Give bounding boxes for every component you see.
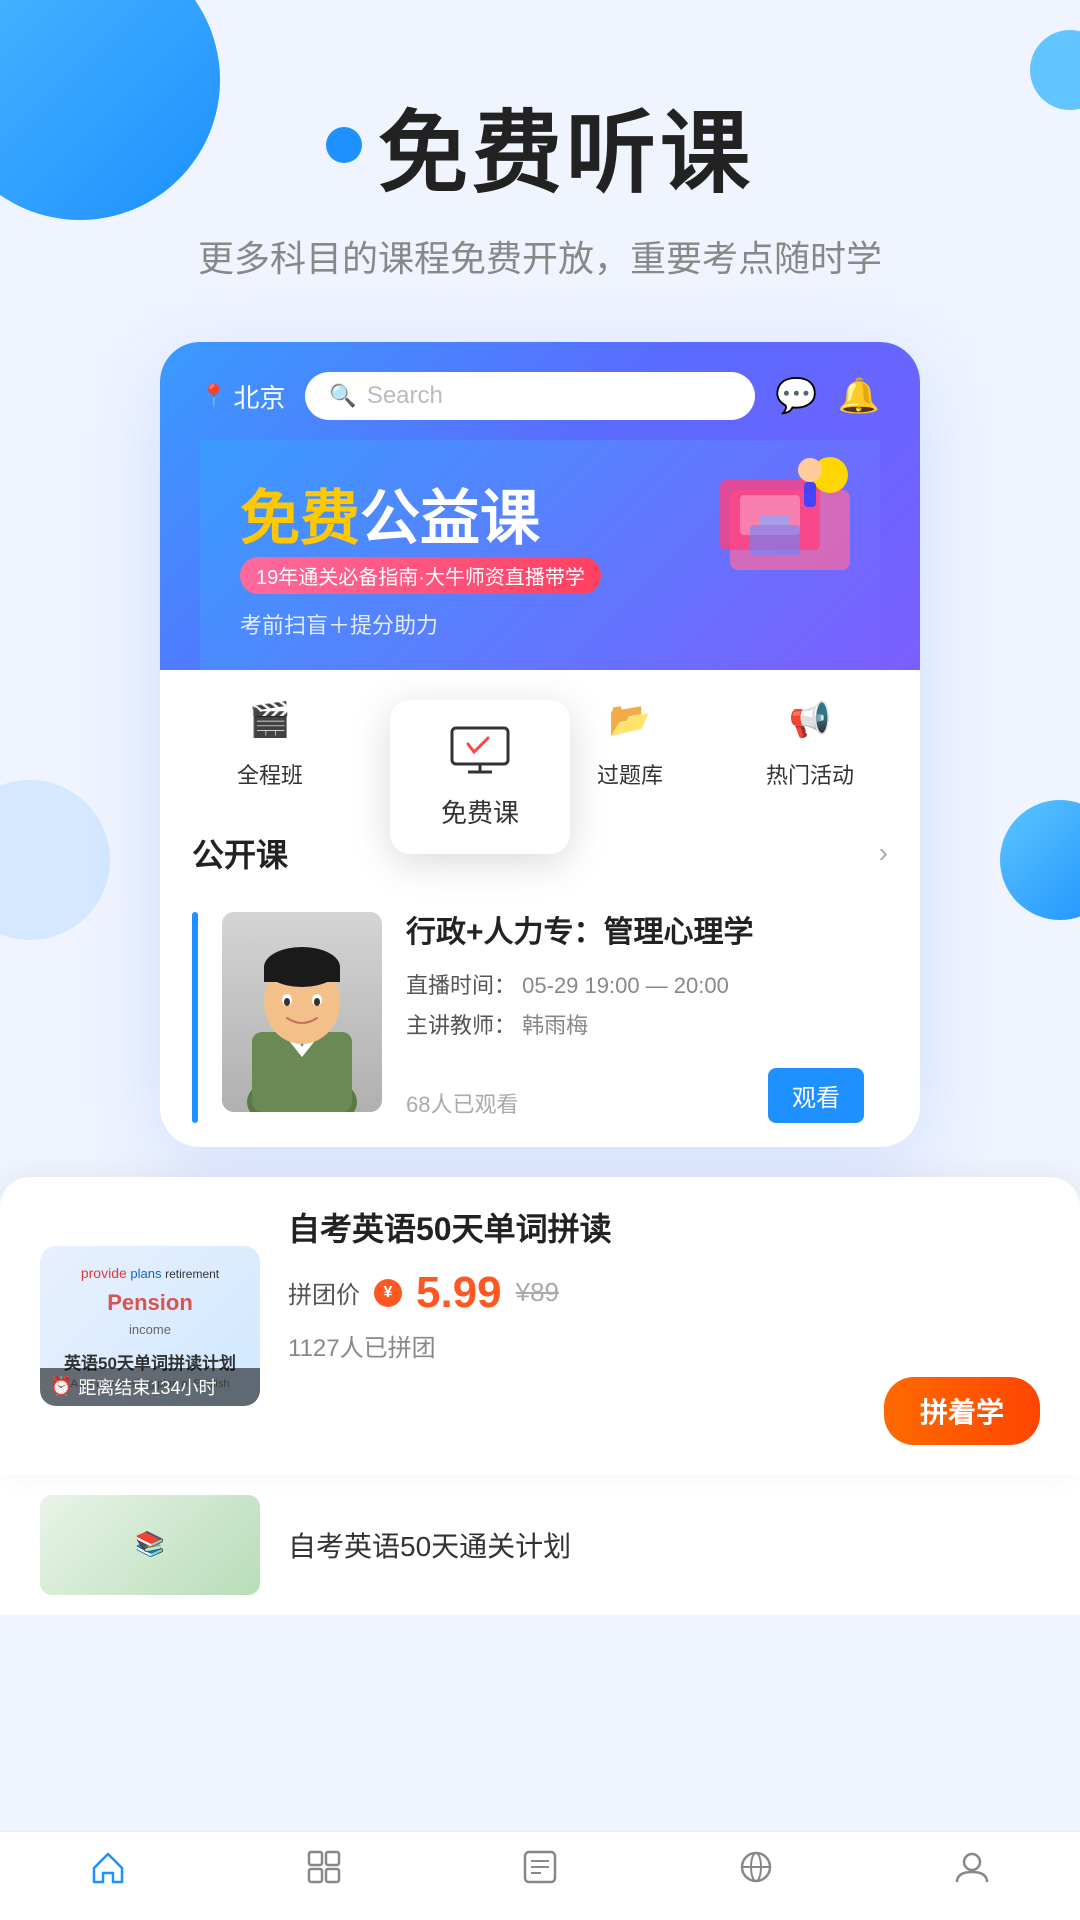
nav-item-quanchengban[interactable]: 🎬 全程班 (180, 690, 360, 806)
header-icons: 💬 🔔 (775, 376, 880, 416)
course-views: 68人已观看 (406, 1087, 518, 1119)
qbank-icon (521, 1848, 559, 1896)
app-banner: 免费 公益课 19年通关必备指南·大牛师资直播带学 考前扫盲＋提分助力 (200, 440, 880, 670)
price-current: 5.99 (416, 1268, 502, 1318)
broadcast-time-label: 直播时间： (406, 973, 516, 998)
app-header-top: 📍 北京 🔍 Search 💬 🔔 (200, 372, 880, 420)
tab-home[interactable] (0, 1848, 216, 1896)
teaser-thumb-icon: 📚 (135, 1530, 165, 1559)
buy-button[interactable]: 拼着学 (884, 1377, 1040, 1445)
price-icon: ¥ (374, 1279, 402, 1307)
word-cloud-text: provide plans retirement Pension income (81, 1262, 219, 1341)
course-info: 行政+人力专：管理心理学 直播时间： 05-29 19:00 — 20:00 主… (406, 912, 864, 1123)
banner-title-free: 免费 (240, 470, 360, 557)
product-info: 自考英语50天单词拼读 拼团价 ¥ 5.99 ¥89 1127人已拼团 拼着学 (288, 1207, 1040, 1445)
banner-title-rest: 公益课 (360, 470, 540, 557)
nav-item-mianfeike[interactable]: 🖥 免费课 免费课 (360, 690, 540, 806)
profile-icon (953, 1848, 991, 1896)
popup-label: 免费课 (422, 793, 538, 830)
hero-dot-decoration (326, 127, 362, 163)
location-icon: 📍 (200, 383, 227, 409)
product-title: 自考英语50天单词拼读 (288, 1207, 1040, 1252)
app-header: 📍 北京 🔍 Search 💬 🔔 免费 公益课 19年通关必备指南·大牛师资直… (160, 342, 920, 670)
product-card: provide plans retirement Pension income … (0, 1177, 1080, 1475)
app-mockup: 📍 北京 🔍 Search 💬 🔔 免费 公益课 19年通关必备指南·大牛师资直… (160, 342, 920, 1147)
hero-title: 免费听课 (378, 80, 754, 210)
course-title: 行政+人力专：管理心理学 (406, 912, 864, 954)
nav-item-hotactivities[interactable]: 📢 热门活动 (720, 690, 900, 806)
tab-profile[interactable] (864, 1848, 1080, 1896)
search-placeholder-text: Search (367, 382, 443, 410)
section-more-arrow[interactable]: › (879, 837, 888, 869)
location-label: 📍 北京 (200, 378, 285, 415)
course-teacher: 主讲教师： 韩雨梅 (406, 1008, 864, 1040)
product-teaser: 📚 自考英语50天通关计划 (0, 1475, 1080, 1615)
hero-section: 免费听课 更多科目的课程免费开放，重要考点随时学 (0, 0, 1080, 282)
hero-subtitle: 更多科目的课程免费开放，重要考点随时学 (0, 230, 1080, 282)
nav-label-3: 热门活动 (766, 758, 854, 790)
banner-tag: 19年通关必备指南·大牛师资直播带学 (240, 557, 601, 594)
product-countdown: ⏰ 距离结束134小时 (40, 1368, 260, 1406)
courses-icon (305, 1848, 343, 1896)
product-thumbnail: provide plans retirement Pension income … (40, 1246, 260, 1406)
popup-card: 免费课 (390, 700, 570, 854)
teaser-title: 自考英语50天通关计划 (288, 1525, 571, 1565)
course-thumbnail (222, 912, 382, 1112)
discover-icon (737, 1848, 775, 1896)
course-card: 行政+人力专：管理心理学 直播时间： 05-29 19:00 — 20:00 主… (160, 892, 920, 1147)
section-title-public-course: 公开课 (192, 830, 288, 876)
teaser-thumbnail: 📚 (40, 1495, 260, 1595)
clock-icon: ⏰ (50, 1376, 72, 1397)
bottom-tabbar (0, 1831, 1080, 1920)
tabbar-spacer (0, 1615, 1080, 1715)
popup-icon (422, 724, 538, 785)
price-original: ¥89 (516, 1277, 559, 1308)
countdown-text: 距离结束134小时 (78, 1374, 216, 1400)
teacher-name: 韩雨梅 (522, 1013, 588, 1038)
price-row: 拼团价 ¥ 5.99 ¥89 (288, 1268, 1040, 1318)
banner-desc: 考前扫盲＋提分助力 (240, 608, 840, 640)
banner-illustration (670, 450, 870, 595)
hero-title-row: 免费听课 (0, 80, 1080, 210)
watch-button[interactable]: 观看 (768, 1068, 864, 1123)
nav-label-2: 过题库 (597, 758, 663, 790)
nav-label-0: 全程班 (237, 758, 303, 790)
search-bar[interactable]: 🔍 Search (305, 372, 755, 420)
bell-icon[interactable]: 🔔 (838, 376, 880, 416)
app-nav: 🎬 全程班 🖥 免费课 免费课 📂 过题库 (160, 670, 920, 806)
search-icon: 🔍 (329, 383, 356, 409)
nav-icon-folder: 📂 (595, 690, 665, 750)
group-price-label: 拼团价 (288, 1275, 360, 1310)
home-icon (89, 1848, 127, 1896)
nav-icon-video: 🎬 (235, 690, 305, 750)
course-accent-bar (192, 912, 198, 1123)
tab-qbank[interactable] (432, 1848, 648, 1896)
message-icon[interactable]: 💬 (775, 376, 817, 416)
location-text: 北京 (233, 378, 285, 415)
tab-courses[interactable] (216, 1848, 432, 1896)
teacher-label: 主讲教师： (406, 1013, 516, 1038)
course-broadcast-time: 直播时间： 05-29 19:00 — 20:00 (406, 968, 864, 1000)
bg-decoration-circle-rm (1000, 800, 1080, 920)
broadcast-time-value: 05-29 19:00 — 20:00 (522, 973, 729, 998)
group-count: 1127人已拼团 (288, 1328, 1040, 1363)
nav-icon-megaphone: 📢 (775, 690, 845, 750)
tab-discover[interactable] (648, 1848, 864, 1896)
bg-decoration-circle-lm (0, 780, 110, 940)
